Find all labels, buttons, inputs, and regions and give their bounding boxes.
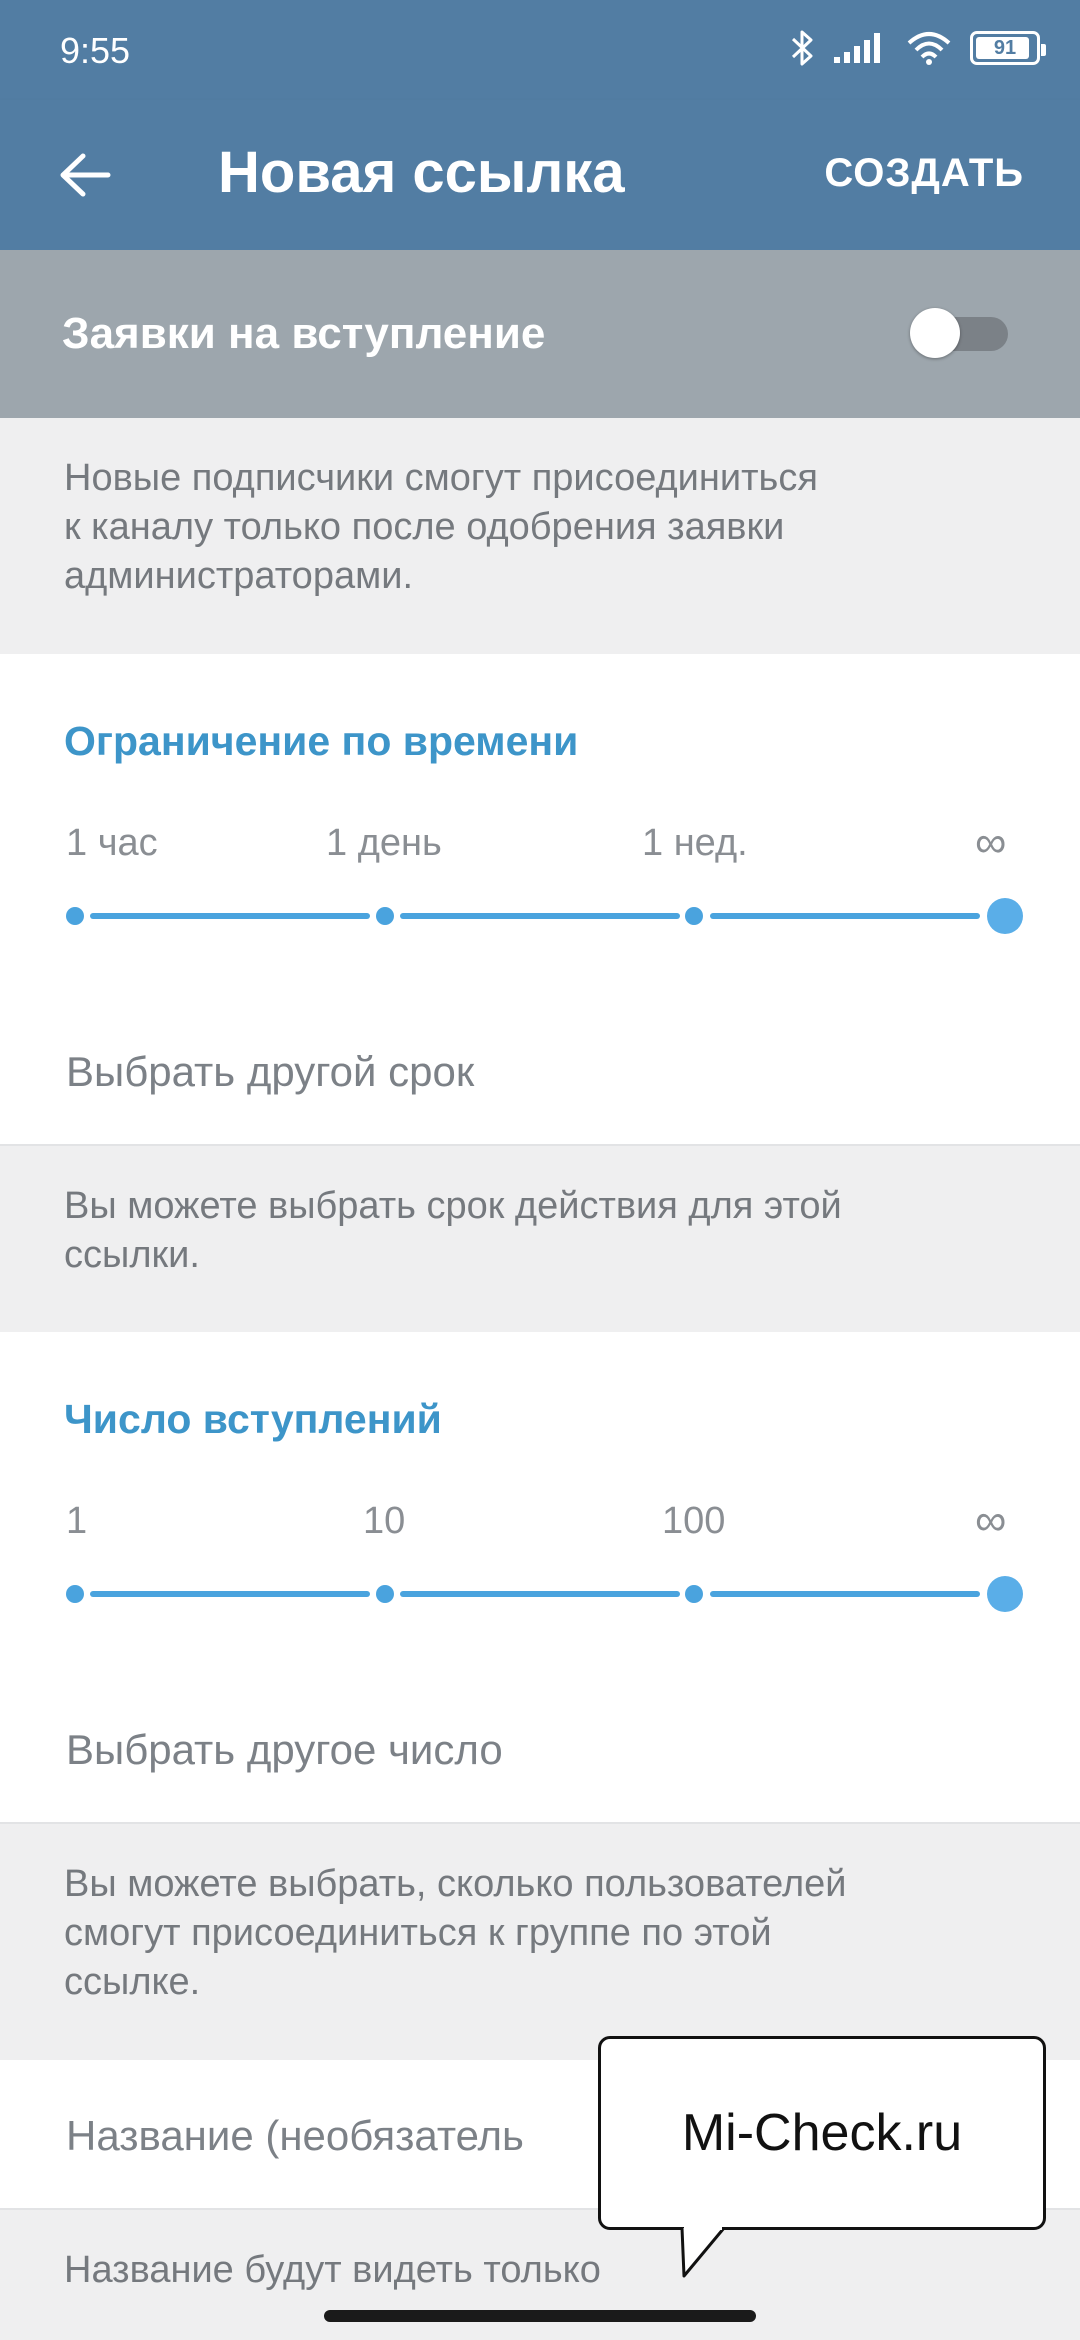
status-time: 9:55 [60, 30, 131, 71]
page-title: Новая ссылка [218, 140, 625, 205]
slider-stop-1-hour[interactable] [66, 907, 84, 925]
join-limit-info: Вы можете выбрать, сколько пользователей… [0, 1824, 1080, 2060]
tick-label-100: 100 [662, 1500, 726, 1542]
join-limit-section: Число вступлений 1 10 100 ∞ Выбрать друг… [0, 1332, 1080, 1824]
join-limit-slider[interactable] [0, 1564, 1080, 1624]
switch-knob [910, 308, 960, 358]
watermark-text: Mi-Check.ru [681, 2104, 963, 2162]
join-limit-description: Вы можете выбрать, сколько пользователей… [64, 1863, 847, 2003]
battery-icon: 91 [970, 31, 1046, 65]
status-icons: 91 [790, 28, 1046, 68]
tick-label-1-day: 1 день [326, 822, 442, 864]
time-limit-section: Ограничение по времени 1 час 1 день 1 не… [0, 654, 1080, 1146]
custom-time-option[interactable]: Выбрать другой срок [66, 1048, 474, 1096]
watermark-callout: Mi-Check.ru [598, 2036, 1046, 2230]
slider-thumb-infinity[interactable] [987, 1576, 1023, 1612]
join-requests-description: Новые подписчики смогут присоединиться к… [64, 457, 818, 597]
slider-thumb-infinity[interactable] [987, 898, 1023, 934]
custom-number-option[interactable]: Выбрать другое число [66, 1726, 503, 1774]
slider-track-segment [710, 1591, 980, 1597]
name-input[interactable]: Название (необязатель [66, 2112, 524, 2160]
time-limit-info: Вы можете выбрать срок действия для этой… [0, 1146, 1080, 1332]
join-requests-info: Новые подписчики смогут присоединиться к… [0, 418, 1080, 654]
bluetooth-icon [791, 30, 813, 66]
tick-label-infinity: ∞ [975, 818, 1007, 867]
slider-track-segment [400, 1591, 680, 1597]
join-requests-switch[interactable] [910, 308, 1008, 358]
app-bar: Новая ссылка СОЗДАТЬ [0, 100, 1080, 250]
time-limit-description: Вы можете выбрать срок действия для этой… [64, 1185, 842, 1276]
name-field-description: Название будут видеть только [64, 2249, 601, 2291]
arrow-left-icon [60, 153, 111, 197]
callout-tail [680, 2226, 726, 2278]
slider-stop-1-day[interactable] [376, 907, 394, 925]
tick-label-1-week: 1 нед. [642, 822, 748, 864]
slider-stop-10[interactable] [376, 1585, 394, 1603]
create-button[interactable]: СОЗДАТЬ [824, 128, 1024, 218]
time-limit-slider[interactable] [0, 886, 1080, 946]
slider-stop-100[interactable] [685, 1585, 703, 1603]
time-limit-title: Ограничение по времени [64, 718, 579, 764]
slider-stop-1-week[interactable] [685, 907, 703, 925]
signal-icon [834, 33, 880, 63]
join-limit-tick-labels: 1 10 100 ∞ [0, 1496, 1080, 1560]
home-indicator[interactable] [324, 2310, 756, 2322]
slider-track-segment [400, 913, 680, 919]
status-bar: 9:55 91 [0, 0, 1080, 100]
tick-label-infinity: ∞ [975, 1496, 1007, 1545]
battery-level: 91 [993, 36, 1017, 59]
slider-stop-1[interactable] [66, 1585, 84, 1603]
slider-track-segment [90, 1591, 370, 1597]
join-limit-title: Число вступлений [64, 1396, 442, 1442]
time-limit-tick-labels: 1 час 1 день 1 нед. ∞ [0, 818, 1080, 882]
slider-track-segment [90, 913, 370, 919]
tick-label-10: 10 [363, 1500, 406, 1542]
tick-label-1: 1 [66, 1500, 88, 1542]
wifi-icon [907, 32, 951, 65]
slider-track-segment [710, 913, 980, 919]
tick-label-1-hour: 1 час [66, 822, 158, 864]
join-requests-label: Заявки на вступление [62, 309, 546, 358]
join-requests-row[interactable]: Заявки на вступление [0, 250, 1080, 418]
back-button[interactable] [40, 130, 130, 220]
